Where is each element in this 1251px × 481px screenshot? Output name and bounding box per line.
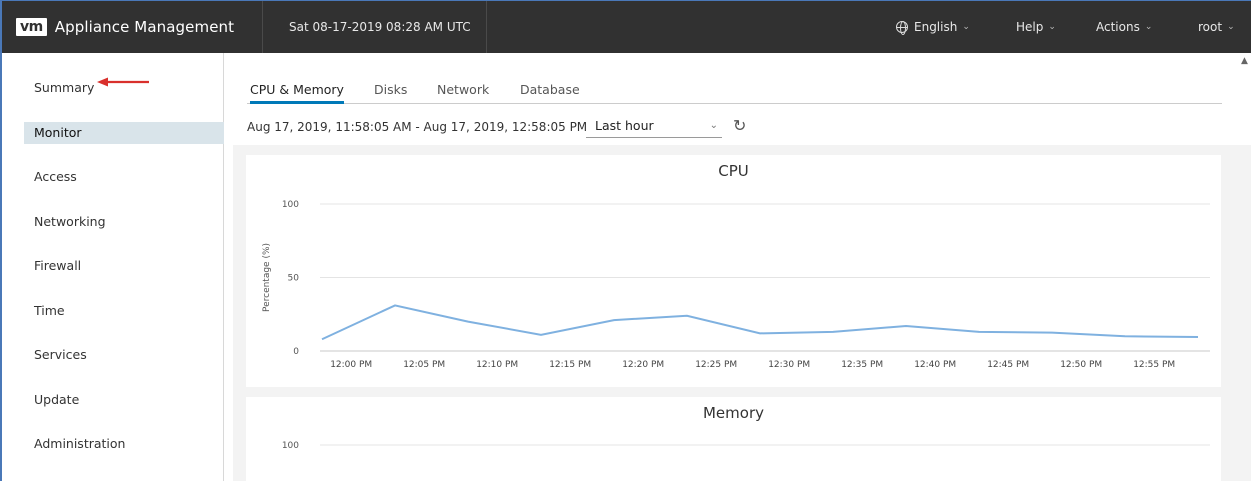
header-divider [262, 1, 263, 53]
vmware-logo: vm [16, 18, 47, 36]
sidebar-item-networking[interactable]: Networking [2, 211, 222, 233]
x-tick-label: 12:05 PM [403, 360, 445, 370]
x-tick-label: 12:10 PM [476, 360, 518, 370]
header-datetime: Sat 08-17-2019 08:28 AM UTC [289, 20, 471, 34]
language-label: English [914, 20, 958, 34]
y-tick-label: 100 [282, 200, 299, 210]
tab-disks[interactable]: Disks [374, 77, 407, 104]
sidebar-item-monitor[interactable]: Monitor [24, 122, 224, 144]
chevron-down-icon: ⌄ [1227, 22, 1235, 32]
sidebar-item-firewall[interactable]: Firewall [2, 255, 222, 277]
memory-chart-panel: Memory 100 [246, 397, 1221, 481]
monitor-tabs: CPU & Memory Disks Network Database [247, 77, 1222, 104]
x-tick-label: 12:55 PM [1133, 360, 1175, 370]
tab-network[interactable]: Network [437, 77, 489, 104]
y-tick-label: 50 [288, 274, 300, 284]
x-tick-label: 12:15 PM [549, 360, 591, 370]
y-axis-label: Percentage (%) [262, 243, 272, 312]
chevron-down-icon: ⌄ [962, 22, 970, 32]
chevron-down-icon: ⌄ [709, 120, 718, 131]
tab-database[interactable]: Database [520, 77, 580, 104]
y-tick-label: 0 [293, 347, 299, 357]
globe-icon [896, 21, 908, 35]
sidebar-item-services[interactable]: Services [2, 344, 222, 366]
top-header: vm Appliance Management Sat 08-17-2019 0… [2, 1, 1251, 53]
annotation-arrow-icon [97, 77, 149, 87]
x-tick-label: 12:20 PM [622, 360, 664, 370]
period-select[interactable]: Last hour ⌄ [586, 116, 722, 138]
actions-menu[interactable]: Actions ⌄ [1096, 1, 1152, 53]
header-divider [486, 1, 487, 53]
x-tick-label: 12:40 PM [914, 360, 956, 370]
app-title: Appliance Management [54, 18, 235, 36]
x-tick-label: 12:50 PM [1060, 360, 1102, 370]
help-menu[interactable]: Help ⌄ [1016, 1, 1056, 53]
sidebar-item-update[interactable]: Update [2, 389, 222, 411]
actions-label: Actions [1096, 20, 1140, 34]
user-menu[interactable]: root ⌄ [1198, 1, 1235, 53]
period-select-value: Last hour [595, 118, 654, 133]
sidebar: Summary Monitor Access Networking Firewa… [2, 53, 224, 481]
brand[interactable]: vm Appliance Management [2, 1, 234, 53]
y-tick-label: 100 [282, 441, 299, 451]
language-menu[interactable]: English ⌄ [896, 1, 970, 53]
chevron-down-icon: ⌄ [1144, 22, 1153, 32]
x-tick-label: 12:35 PM [841, 360, 883, 370]
refresh-icon[interactable]: ↻ [733, 116, 746, 136]
user-label: root [1198, 20, 1223, 34]
x-tick-label: 12:45 PM [987, 360, 1029, 370]
scrollbar-up-arrow-icon[interactable]: ▲ [1241, 56, 1248, 66]
x-tick-label: 12:30 PM [768, 360, 810, 370]
x-tick-label: 12:00 PM [330, 360, 372, 370]
tab-cpu-memory[interactable]: CPU & Memory [250, 77, 344, 104]
sidebar-item-time[interactable]: Time [2, 300, 222, 322]
cpu-chart: 0 50 100 Percentage (%) 12:00 PM 12:05 PM 12:1… [262, 200, 1210, 370]
cpu-series-line [321, 304, 1199, 341]
time-range-text: Aug 17, 2019, 11:58:05 AM - Aug 17, 2019… [247, 120, 588, 134]
x-tick-label: 12:25 PM [695, 360, 737, 370]
help-label: Help [1016, 20, 1044, 34]
sidebar-item-administration[interactable]: Administration [2, 433, 222, 455]
sidebar-item-access[interactable]: Access [2, 166, 222, 188]
cpu-chart-panel: CPU 0 50 100 Percentage (%) 12:00 PM 12:05 PM… [246, 155, 1221, 387]
memory-chart: 100 [282, 441, 1210, 451]
chevron-down-icon: ⌄ [1048, 22, 1056, 32]
